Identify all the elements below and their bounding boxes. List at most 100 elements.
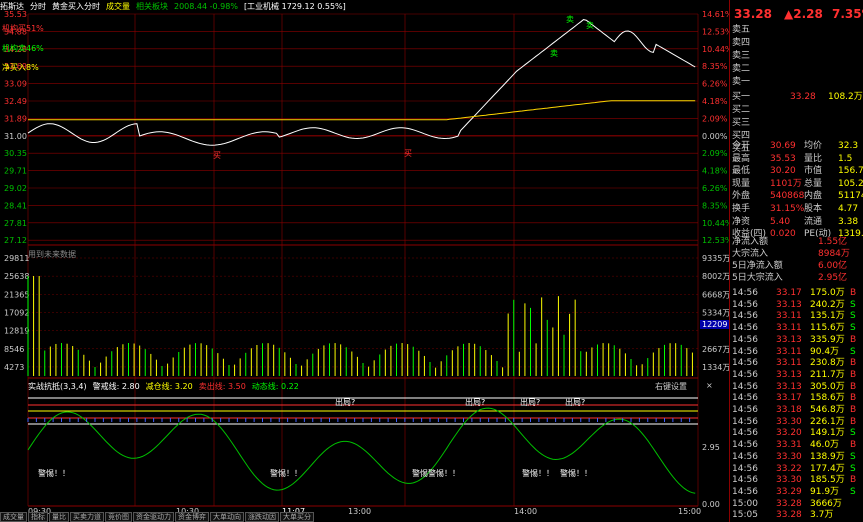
bottom-tab[interactable]: 量比 <box>49 512 69 522</box>
price-tick-right: 4.18% <box>702 97 728 106</box>
bottom-tab[interactable]: 成交量 <box>0 512 27 522</box>
quote-row: 换手 31.15% 股本 4.77 <box>732 203 862 216</box>
out-label: 出局? <box>465 397 485 407</box>
quote-row: 卖四 <box>732 37 862 50</box>
volume-tick-right: 5334万 <box>702 308 729 317</box>
price-tick-left: 30.35 <box>4 149 27 158</box>
quote-row: 买一 33.28 108.2万 <box>732 91 863 104</box>
volume-tick-left: 8546 <box>4 345 24 354</box>
quote-cell: 5日大宗流入 <box>732 273 783 283</box>
indicator-header: 实战抗抵(3,3,4) 警戒线: 2.80 减仓线: 3.20 卖出线: 3.50 动态… <box>28 380 305 393</box>
price-tick-right: 12.53% <box>702 236 729 245</box>
volume-tick-left: 17092 <box>4 308 29 317</box>
ask-label: 卖四 <box>732 38 751 48</box>
quote-cell: 1101万 <box>770 178 802 189</box>
indicator-param: 警戒线: 2.80 <box>92 382 140 391</box>
bottom-tab[interactable]: 资金驱动力 <box>133 512 174 522</box>
bottom-tab[interactable]: 大单动向 <box>210 512 244 522</box>
intraday-chart-svg[interactable]: 35.5314.61%34.8812.53%34.2810.44%33.698.… <box>0 0 729 522</box>
buy-mark: 买 <box>404 149 412 158</box>
quote-cell: 均价 <box>804 141 823 151</box>
quote-cell: 1.5 <box>838 153 853 164</box>
bid-label: 买一 <box>732 92 751 102</box>
quote-row: 今开 30.69 均价 32.3 <box>732 140 862 153</box>
volume-panel-label: 用到未来数据 <box>28 250 76 259</box>
chart-header: 拓斯达 分时 黄金买入分时 成交量 相关板块 2008.44 -0.98% [工业机械 17… <box>0 0 352 13</box>
quote-row: 卖五 <box>732 24 862 37</box>
main-buy-label: 机构买51% <box>2 24 44 33</box>
price-tick-right: 2.09% <box>702 114 728 123</box>
price-tick-left: 32.49 <box>4 97 27 106</box>
quote-cell: 3.38 <box>838 216 859 227</box>
quote-cell: 现量 <box>732 178 751 189</box>
quote-cell: 32.3 <box>838 141 859 151</box>
time-tick: 13:00 <box>348 507 371 516</box>
header-item[interactable]: [工业机械 1729.12 0.55%] <box>244 2 346 11</box>
quote-cell: 5.40 <box>770 216 791 227</box>
quote-row: 卖三 <box>732 50 862 63</box>
volume-tick-left: 29811 <box>4 254 29 263</box>
quote-cell: 总量 <box>804 178 823 189</box>
quote-cell: 156.7 <box>838 166 863 177</box>
ask-label: 卖一 <box>732 77 751 87</box>
quote-row: 卖一 <box>732 76 862 89</box>
quote-row: 15:05 33.28 3.7万 <box>732 509 862 522</box>
price-change: ▲2.28 <box>784 7 823 21</box>
time-tick: 15:00 <box>678 507 701 516</box>
bottom-tabs: 成交量 指标 量比 买卖力道 竞价图 资金驱动力 资金博弈 大单动向 涨跌动因 大单买分 <box>0 512 315 522</box>
quote-header: 33.28 ▲2.28 7.35% <box>732 7 863 24</box>
quote-row: 5日大宗流入 2.95亿 <box>732 272 862 285</box>
volume-tick-left: 25638 <box>4 272 29 281</box>
quote-cell: 30.20 <box>770 166 796 177</box>
indicator-param: 动态线: 0.22 <box>251 382 299 391</box>
header-item[interactable]: 黄金买入分时 <box>52 2 100 11</box>
quote-row: 现量 1101万 总量 105.2 <box>732 178 863 191</box>
sell-mark: 卖 <box>586 21 594 30</box>
quote-cell: 30.69 <box>770 141 796 151</box>
price-line <box>27 19 696 146</box>
indicator-close-button[interactable]: × <box>706 381 713 390</box>
volume-tick-right: 9335万 <box>702 254 729 263</box>
price-tick-right: 10.44% <box>702 219 729 228</box>
quote-cell: 换手 <box>732 204 751 214</box>
header-item[interactable]: 拓斯达 <box>0 2 24 11</box>
header-item[interactable]: 2008.44 -0.98% <box>174 2 238 11</box>
bid-label: 买二 <box>732 105 751 115</box>
quote-cell: 35.53 <box>770 153 796 164</box>
volume-tick-right: 2667万 <box>702 345 729 354</box>
bottom-tab[interactable]: 指标 <box>28 512 48 522</box>
chart-area[interactable]: 35.5314.61%34.8812.53%34.2810.44%33.698.… <box>0 0 730 522</box>
header-item[interactable]: 相关板块 <box>136 2 168 11</box>
quote-cell: 流通 <box>804 216 823 227</box>
price-tick-right: 8.35% <box>702 201 728 210</box>
bottom-tab[interactable]: 涨跌动因 <box>245 512 279 522</box>
quote-cell: 最低 <box>732 166 751 177</box>
quote-cell: 31.15% <box>770 204 805 214</box>
bid-label: 买三 <box>732 118 751 128</box>
indicator-settings-button[interactable]: 右键设置 <box>655 381 687 392</box>
quote-cell: 51174 <box>838 191 863 202</box>
quote-cell: 内盘 <box>804 191 823 202</box>
bottom-tab[interactable]: 大单买分 <box>280 512 314 522</box>
volume-tick-left: 12819 <box>4 327 29 336</box>
quote-cell: 市值 <box>804 166 823 177</box>
price-tick-right: 14.61% <box>702 10 729 19</box>
quote-cell: 4.77 <box>838 204 859 214</box>
price-tick-left: 28.41 <box>4 201 27 210</box>
volume-tick-right: 1334万 <box>702 363 729 372</box>
bottom-tab[interactable]: 资金博弈 <box>175 512 209 522</box>
price-tick-left: 31.89 <box>4 114 27 123</box>
volume-current-value: 12209 <box>700 320 730 329</box>
quote-cell: 108.2万 <box>828 92 863 102</box>
warn-label: 警惕！！ <box>38 468 70 478</box>
time-tick: 14:00 <box>514 507 537 516</box>
header-item[interactable]: 分时 <box>30 2 46 11</box>
out-label: 出局? <box>565 397 585 407</box>
buy-mark: 买 <box>213 151 221 160</box>
quote-cell: 股本 <box>804 204 823 214</box>
header-item[interactable]: 成交量 <box>106 2 130 11</box>
warn-label: 警惕！！ <box>560 468 592 478</box>
bottom-tab[interactable]: 竞价图 <box>105 512 132 522</box>
sell-mark: 卖 <box>566 15 574 24</box>
bottom-tab[interactable]: 买卖力道 <box>70 512 104 522</box>
